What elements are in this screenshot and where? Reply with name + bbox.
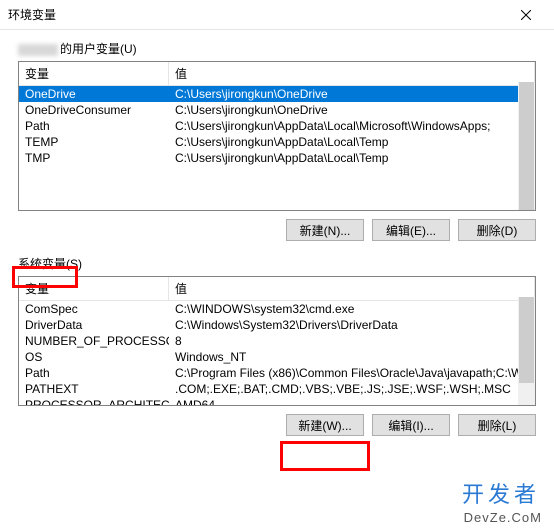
var-name: DriverData [19,317,169,333]
col-header-value[interactable]: 值 [169,62,535,85]
window-title: 环境变量 [8,6,506,23]
system-delete-button[interactable]: 删除(L) [458,414,536,436]
col-header-value[interactable]: 值 [169,277,535,300]
highlight-annotation [280,441,370,471]
close-icon [521,10,531,20]
var-value: C:\Users\jirongkun\AppData\Local\Temp [169,134,535,150]
table-row[interactable]: OneDriveConsumerC:\Users\jirongkun\OneDr… [19,102,535,118]
var-name: ComSpec [19,301,169,317]
var-name: OneDriveConsumer [19,102,169,118]
user-vars-header: 变量 值 [19,62,535,86]
var-name: OneDrive [19,86,169,102]
var-name: PROCESSOR_ARCHITECTURE [19,397,169,405]
user-vars-listbox[interactable]: 变量 值 OneDriveC:\Users\jirongkun\OneDrive… [18,61,536,211]
var-value: C:\Users\jirongkun\OneDrive [169,86,535,102]
var-value: AMD64 [169,397,535,405]
user-new-button[interactable]: 新建(N)... [286,219,364,241]
var-name: TEMP [19,134,169,150]
table-row[interactable]: DriverDataC:\Windows\System32\Drivers\Dr… [19,317,535,333]
table-row[interactable]: OneDriveC:\Users\jirongkun\OneDrive [19,86,535,102]
col-header-name[interactable]: 变量 [19,277,169,300]
var-name: TMP [19,150,169,166]
close-button[interactable] [506,0,546,30]
col-header-name[interactable]: 变量 [19,62,169,85]
system-new-button[interactable]: 新建(W)... [286,414,364,436]
table-row[interactable]: OSWindows_NT [19,349,535,365]
var-value: C:\Users\jirongkun\OneDrive [169,102,535,118]
table-row[interactable]: ComSpecC:\WINDOWS\system32\cmd.exe [19,301,535,317]
table-row[interactable]: PATHEXT.COM;.EXE;.BAT;.CMD;.VBS;.VBE;.JS… [19,381,535,397]
system-vars-label: 系统变量(S) [18,255,536,272]
var-name: PATHEXT [19,381,169,397]
var-name: Path [19,118,169,134]
user-edit-button[interactable]: 编辑(E)... [372,219,450,241]
user-vars-label: 的用户变量(U) [18,40,536,57]
table-row[interactable]: NUMBER_OF_PROCESSORS8 [19,333,535,349]
table-row[interactable]: TMPC:\Users\jirongkun\AppData\Local\Temp [19,150,535,166]
var-name: Path [19,365,169,381]
table-row[interactable]: PathC:\Users\jirongkun\AppData\Local\Mic… [19,118,535,134]
system-vars-listbox[interactable]: 变量 值 ComSpecC:\WINDOWS\system32\cmd.exeD… [18,276,536,406]
scrollbar-thumb[interactable] [519,82,534,210]
table-row[interactable]: TEMPC:\Users\jirongkun\AppData\Local\Tem… [19,134,535,150]
var-name: OS [19,349,169,365]
system-edit-button[interactable]: 编辑(I)... [372,414,450,436]
table-row[interactable]: PROCESSOR_ARCHITECTUREAMD64 [19,397,535,405]
var-value: .COM;.EXE;.BAT;.CMD;.VBS;.VBE;.JS;.JSE;.… [169,381,535,397]
scrollbar[interactable] [518,82,535,210]
var-value: C:\WINDOWS\system32\cmd.exe [169,301,535,317]
scrollbar[interactable] [518,297,535,405]
user-delete-button[interactable]: 删除(D) [458,219,536,241]
scrollbar-thumb[interactable] [519,297,534,383]
var-value: 8 [169,333,535,349]
var-value: C:\Users\jirongkun\AppData\Local\Microso… [169,118,535,134]
watermark-text: 开发者 [462,477,540,509]
table-row[interactable]: PathC:\Program Files (x86)\Common Files\… [19,365,535,381]
var-value: Windows_NT [169,349,535,365]
titlebar: 环境变量 [0,0,554,30]
var-value: C:\Windows\System32\Drivers\DriverData [169,317,535,333]
var-value: C:\Users\jirongkun\AppData\Local\Temp [169,150,535,166]
username-blur [18,44,58,56]
var-value: C:\Program Files (x86)\Common Files\Orac… [169,365,535,381]
system-vars-header: 变量 值 [19,277,535,301]
watermark-sub-text: DevZe.CoM [464,510,542,525]
var-name: NUMBER_OF_PROCESSORS [19,333,169,349]
